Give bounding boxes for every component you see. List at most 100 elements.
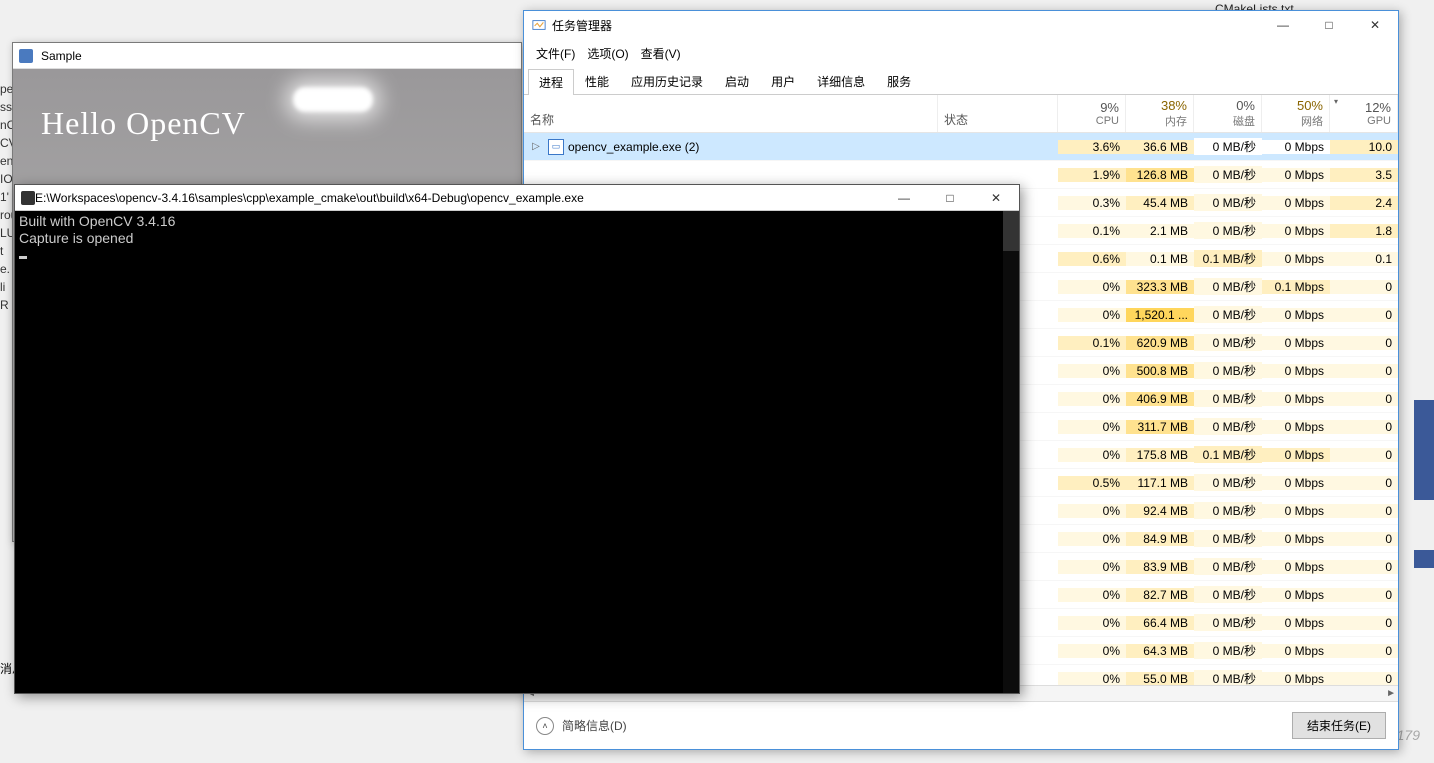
- cell-gpu: 0: [1330, 644, 1398, 658]
- cell-disk: 0 MB/秒: [1194, 306, 1262, 323]
- minimize-button[interactable]: —: [1260, 11, 1306, 39]
- cell-gpu: 10.0: [1330, 140, 1398, 154]
- cell-net: 0.1 Mbps: [1262, 280, 1330, 294]
- cell-disk: 0 MB/秒: [1194, 642, 1262, 659]
- cell-net: 0 Mbps: [1262, 224, 1330, 238]
- cell-mem: 36.6 MB: [1126, 140, 1194, 154]
- cell-disk: 0 MB/秒: [1194, 586, 1262, 603]
- chevron-up-icon: ˄: [536, 717, 554, 735]
- col-name[interactable]: 名称: [524, 95, 938, 132]
- maximize-button[interactable]: □: [1306, 11, 1352, 39]
- cell-cpu: 0.1%: [1058, 336, 1126, 350]
- minimize-button[interactable]: —: [881, 185, 927, 210]
- chevron-down-icon: ▾: [1334, 97, 1338, 106]
- bg-stripe-2: [1414, 550, 1434, 568]
- tab-启动[interactable]: 启动: [714, 68, 760, 94]
- cell-cpu: 0%: [1058, 364, 1126, 378]
- close-button[interactable]: ✕: [973, 185, 1019, 210]
- console-window: E:\Workspaces\opencv-3.4.16\samples\cpp\…: [14, 184, 1020, 694]
- cell-net: 0 Mbps: [1262, 448, 1330, 462]
- cell-mem: 82.7 MB: [1126, 588, 1194, 602]
- tab-服务[interactable]: 服务: [876, 68, 922, 94]
- cell-disk: 0 MB/秒: [1194, 390, 1262, 407]
- cell-net: 0 Mbps: [1262, 532, 1330, 546]
- scroll-thumb[interactable]: [1003, 211, 1019, 251]
- cell-net: 0 Mbps: [1262, 588, 1330, 602]
- maximize-button[interactable]: □: [927, 185, 973, 210]
- console-line: Built with OpenCV 3.4.16: [19, 213, 175, 229]
- cell-mem: 175.8 MB: [1126, 448, 1194, 462]
- cell-mem: 0.1 MB: [1126, 252, 1194, 266]
- cell-disk: 0 MB/秒: [1194, 166, 1262, 183]
- cell-net: 0 Mbps: [1262, 252, 1330, 266]
- tm-titlebar[interactable]: 任务管理器 — □ ✕: [524, 11, 1398, 39]
- cell-disk: 0.1 MB/秒: [1194, 250, 1262, 267]
- col-mem[interactable]: 38%内存: [1126, 95, 1194, 132]
- cpu-lbl: CPU: [1096, 115, 1119, 127]
- cell-disk: 0 MB/秒: [1194, 474, 1262, 491]
- cell-mem: 311.7 MB: [1126, 420, 1194, 434]
- cell-mem: 84.9 MB: [1126, 532, 1194, 546]
- cell-disk: 0 MB/秒: [1194, 614, 1262, 631]
- tab-应用历史记录[interactable]: 应用历史记录: [620, 68, 714, 94]
- cell-gpu: 0: [1330, 476, 1398, 490]
- cell-disk: 0 MB/秒: [1194, 418, 1262, 435]
- bg-stripe: [1414, 400, 1434, 500]
- console-body[interactable]: Built with OpenCV 3.4.16 Capture is open…: [15, 211, 1019, 693]
- expand-icon[interactable]: ▷: [528, 141, 544, 152]
- cell-net: 0 Mbps: [1262, 504, 1330, 518]
- menu-view[interactable]: 查看(V): [637, 43, 685, 64]
- cell-cpu: 0%: [1058, 560, 1126, 574]
- cell-mem: 83.9 MB: [1126, 560, 1194, 574]
- col-disk[interactable]: 0%磁盘: [1194, 95, 1262, 132]
- cell-mem: 92.4 MB: [1126, 504, 1194, 518]
- net-lbl: 网络: [1301, 113, 1323, 129]
- cell-cpu: 0.3%: [1058, 196, 1126, 210]
- cell-gpu: 0: [1330, 616, 1398, 630]
- tab-详细信息[interactable]: 详细信息: [806, 68, 876, 94]
- tab-性能[interactable]: 性能: [574, 68, 620, 94]
- menu-options[interactable]: 选项(O): [583, 43, 632, 64]
- cell-cpu: 0.6%: [1058, 252, 1126, 266]
- cell-net: 0 Mbps: [1262, 196, 1330, 210]
- cell-mem: 1,520.1 ...: [1126, 308, 1194, 322]
- tab-用户[interactable]: 用户: [760, 68, 806, 94]
- table-row[interactable]: ▷▭opencv_example.exe (2)3.6%36.6 MB0 MB/…: [524, 133, 1398, 161]
- cell-cpu: 0%: [1058, 280, 1126, 294]
- cell-net: 0 Mbps: [1262, 420, 1330, 434]
- col-status[interactable]: 状态: [938, 95, 1058, 132]
- cell-net: 0 Mbps: [1262, 364, 1330, 378]
- cell-cpu: 0%: [1058, 644, 1126, 658]
- vertical-scrollbar[interactable]: [1003, 211, 1019, 693]
- cell-gpu: 0: [1330, 504, 1398, 518]
- end-task-button[interactable]: 结束任务(E): [1292, 712, 1386, 739]
- cell-net: 0 Mbps: [1262, 168, 1330, 182]
- net-pct: 50%: [1297, 98, 1323, 113]
- disk-pct: 0%: [1236, 98, 1255, 113]
- mem-pct: 38%: [1161, 98, 1187, 113]
- console-titlebar[interactable]: E:\Workspaces\opencv-3.4.16\samples\cpp\…: [15, 185, 1019, 211]
- cell-mem: 55.0 MB: [1126, 672, 1194, 686]
- scroll-right-icon[interactable]: ►: [1386, 688, 1396, 699]
- cell-gpu: 0: [1330, 672, 1398, 686]
- col-gpu[interactable]: ▾12%GPU: [1330, 95, 1398, 132]
- cell-disk: 0.1 MB/秒: [1194, 446, 1262, 463]
- cell-mem: 620.9 MB: [1126, 336, 1194, 350]
- cell-disk: 0 MB/秒: [1194, 222, 1262, 239]
- tm-footer: ˄ 简略信息(D) 结束任务(E): [524, 701, 1398, 749]
- tm-headers: 名称 状态 9%CPU 38%内存 0%磁盘 50%网络 ▾12%GPU: [524, 95, 1398, 133]
- cell-disk: 0 MB/秒: [1194, 194, 1262, 211]
- close-button[interactable]: ✕: [1352, 11, 1398, 39]
- cell-mem: 126.8 MB: [1126, 168, 1194, 182]
- tab-进程[interactable]: 进程: [528, 69, 574, 95]
- cell-cpu: 0.1%: [1058, 224, 1126, 238]
- col-cpu[interactable]: 9%CPU: [1058, 95, 1126, 132]
- menu-file[interactable]: 文件(F): [532, 43, 579, 64]
- brief-info-toggle[interactable]: ˄ 简略信息(D): [536, 717, 627, 735]
- cell-gpu: 3.5: [1330, 168, 1398, 182]
- cell-cpu: 0%: [1058, 392, 1126, 406]
- sample-titlebar[interactable]: Sample: [13, 43, 521, 69]
- cell-mem: 2.1 MB: [1126, 224, 1194, 238]
- col-net[interactable]: 50%网络: [1262, 95, 1330, 132]
- console-icon: [21, 191, 35, 205]
